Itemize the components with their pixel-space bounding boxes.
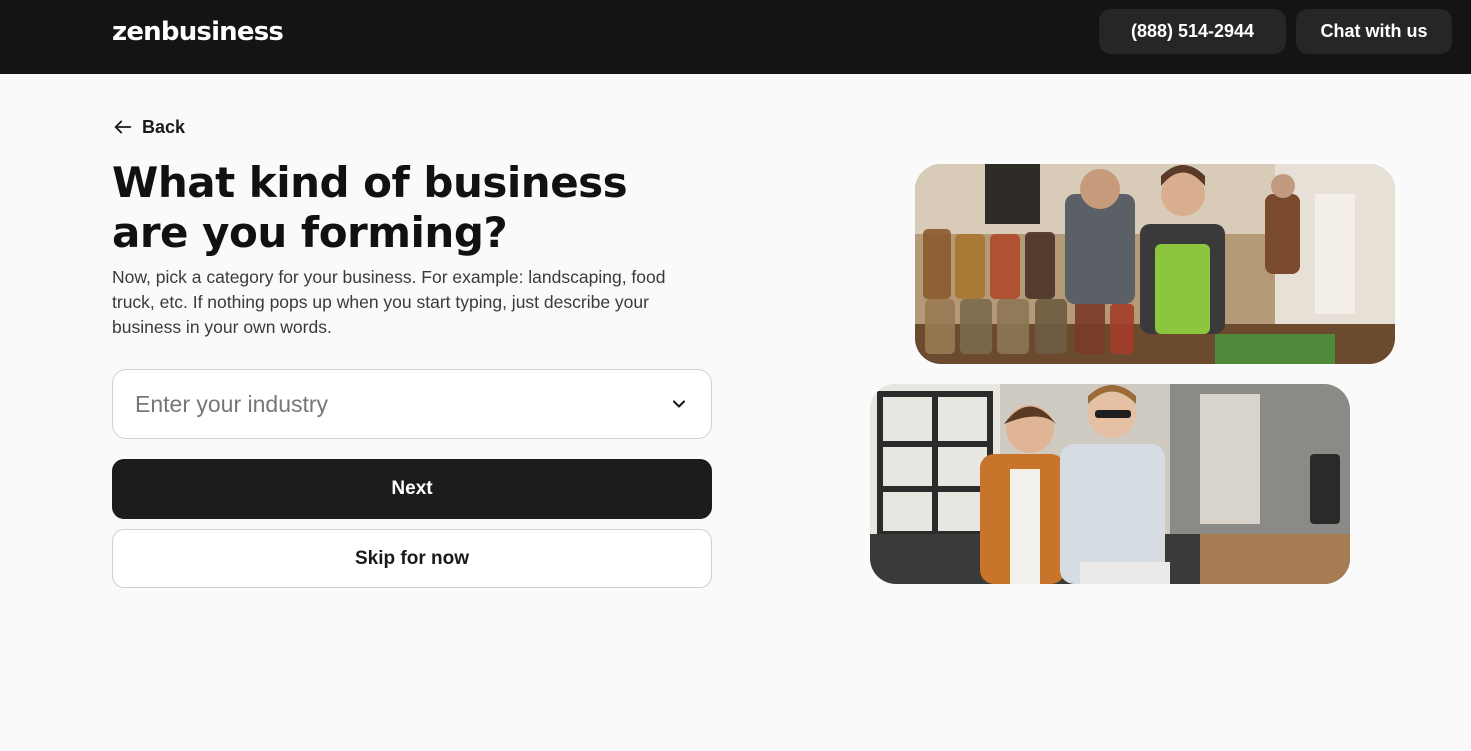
top-bar: zenbusiness (888) 514-2944 Chat with us [0,0,1471,74]
industry-combobox[interactable] [112,369,712,439]
back-link[interactable]: Back [112,114,185,140]
title-line-2: are you forming? [112,208,508,257]
cafe-workers-photo [870,384,1350,584]
title-line-1: What kind of business [112,158,628,207]
page-subtitle: Now, pick a category for your business. … [112,267,666,337]
chat-button[interactable]: Chat with us [1296,9,1452,54]
shop-owners-photo [915,164,1395,364]
phone-button[interactable]: (888) 514-2944 [1099,9,1286,54]
next-button[interactable]: Next [112,459,712,519]
chevron-down-icon[interactable] [669,394,689,414]
arrow-left-icon [114,120,132,134]
page-title: What kind of business are you forming? [112,158,672,258]
skip-button[interactable]: Skip for now [112,529,712,588]
back-label: Back [142,116,186,137]
zenbusiness-logo[interactable]: zenbusiness [112,17,284,47]
industry-input[interactable] [135,390,669,418]
